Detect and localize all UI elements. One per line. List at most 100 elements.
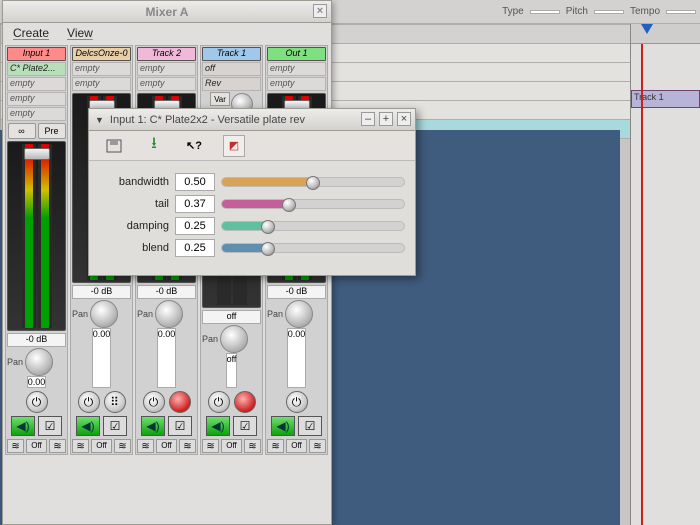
power-button[interactable]: ⏻ — [208, 391, 230, 413]
slider-thumb[interactable] — [261, 242, 275, 256]
monitor-button[interactable]: ◀) — [141, 416, 165, 436]
off-toggle[interactable]: Off — [91, 439, 112, 453]
minimize-icon[interactable]: – — [361, 112, 375, 126]
gain-readout[interactable]: -0 dB — [137, 285, 196, 299]
channel-label[interactable]: Out 1 — [267, 47, 326, 61]
plugin-titlebar[interactable]: ▼ Input 1: C* Plate2x2 - Versatile plate… — [89, 109, 415, 131]
monitor-button[interactable]: ◀) — [271, 416, 295, 436]
pan-value[interactable]: 0.00 — [92, 328, 112, 388]
power-button[interactable]: ⏻ — [286, 391, 308, 413]
channel-label[interactable]: Input 1 — [7, 47, 66, 61]
insert-slot[interactable]: empty — [72, 62, 131, 76]
close-icon[interactable]: × — [313, 4, 327, 18]
param-value[interactable]: 0.37 — [175, 195, 215, 213]
param-slider[interactable] — [221, 243, 405, 253]
param-slider[interactable] — [221, 221, 405, 231]
save-icon[interactable] — [103, 135, 125, 157]
param-slider[interactable] — [221, 199, 405, 209]
pan-knob[interactable] — [155, 300, 183, 328]
insert-slot[interactable]: Rev — [202, 77, 261, 91]
pan-knob[interactable] — [90, 300, 118, 328]
route-icon[interactable]: ≋ — [202, 439, 219, 453]
insert-slot[interactable]: empty — [267, 62, 326, 76]
power-button[interactable]: ⏻ — [143, 391, 165, 413]
help-icon[interactable]: ↖? — [183, 135, 205, 157]
param-value[interactable]: 0.25 — [175, 217, 215, 235]
pitch-field[interactable] — [594, 10, 624, 14]
monitor-button[interactable]: ◀) — [76, 416, 100, 436]
menu-create[interactable]: Create — [13, 26, 49, 40]
pan-knob[interactable] — [25, 348, 53, 376]
route-icon[interactable]: ≋ — [267, 439, 284, 453]
pan-knob[interactable] — [220, 325, 248, 353]
playhead-marker-icon[interactable] — [641, 24, 653, 34]
chevron-down-icon[interactable]: ▼ — [95, 115, 104, 125]
pan-value[interactable]: 0.00 — [287, 328, 307, 388]
gain-readout[interactable]: off — [202, 310, 261, 324]
var-button[interactable]: Var — [210, 92, 230, 106]
route-icon[interactable]: ≋ — [72, 439, 89, 453]
insert-slot[interactable]: empty — [7, 77, 66, 91]
insert-slot[interactable]: empty — [7, 92, 66, 106]
off-toggle[interactable]: Off — [286, 439, 307, 453]
record-button[interactable] — [234, 391, 256, 413]
record-button[interactable] — [169, 391, 191, 413]
off-toggle[interactable]: Off — [221, 439, 242, 453]
type-field[interactable] — [530, 10, 560, 14]
tempo-field[interactable] — [666, 10, 696, 14]
check-button[interactable]: ☑ — [233, 416, 257, 436]
fader-handle[interactable] — [24, 148, 50, 160]
insert-slot[interactable]: empty — [137, 77, 196, 91]
pan-knob[interactable] — [285, 300, 313, 328]
param-slider[interactable] — [221, 177, 405, 187]
check-button[interactable]: ☑ — [38, 416, 62, 436]
pan-value[interactable]: 0.00 — [157, 328, 177, 388]
check-button[interactable]: ☑ — [103, 416, 127, 436]
bypass-icon[interactable]: ◩ — [223, 135, 245, 157]
check-button[interactable]: ☑ — [298, 416, 322, 436]
channel-label[interactable]: Track 1 — [202, 47, 261, 61]
slider-thumb[interactable] — [282, 198, 296, 212]
timeline-ruler[interactable] — [631, 24, 700, 44]
channel-label[interactable]: Track 2 — [137, 47, 196, 61]
maximize-icon[interactable]: + — [379, 112, 393, 126]
power-button[interactable]: ⏻ — [78, 391, 100, 413]
route2-icon[interactable]: ≋ — [114, 439, 131, 453]
route-icon[interactable]: ≋ — [137, 439, 154, 453]
insert-slot[interactable]: empty — [137, 62, 196, 76]
gain-readout[interactable]: -0 dB — [72, 285, 131, 299]
link-button[interactable]: ∞ — [8, 123, 36, 139]
route2-icon[interactable]: ≋ — [179, 439, 196, 453]
insert-slot[interactable]: empty — [72, 77, 131, 91]
route2-icon[interactable]: ≋ — [49, 439, 66, 453]
power-button[interactable]: ⏻ — [26, 391, 48, 413]
route-icon[interactable]: ≋ — [7, 439, 24, 453]
channel-label[interactable]: DelcsOnze-0 — [72, 47, 131, 61]
fader-meter[interactable] — [7, 141, 66, 331]
off-toggle[interactable]: Off — [156, 439, 177, 453]
menu-view[interactable]: View — [67, 26, 93, 40]
load-icon[interactable]: ⭳ — [143, 135, 165, 157]
pan-value[interactable]: off — [226, 353, 238, 388]
check-button[interactable]: ☑ — [168, 416, 192, 436]
monitor-button[interactable]: ◀) — [11, 416, 35, 436]
insert-slot[interactable]: off — [202, 62, 261, 76]
monitor-button[interactable]: ◀) — [206, 416, 230, 436]
gain-readout[interactable]: -0 dB — [267, 285, 326, 299]
param-value[interactable]: 0.25 — [175, 239, 215, 257]
off-toggle[interactable]: Off — [26, 439, 47, 453]
pre-button[interactable]: Pre — [38, 123, 66, 139]
slider-thumb[interactable] — [306, 176, 320, 190]
route2-icon[interactable]: ≋ — [244, 439, 261, 453]
close-icon[interactable]: × — [397, 112, 411, 126]
param-value[interactable]: 0.50 — [175, 173, 215, 191]
insert-slot[interactable]: empty — [267, 77, 326, 91]
drag-button[interactable]: ⠿ — [104, 391, 126, 413]
slider-thumb[interactable] — [261, 220, 275, 234]
mixer-titlebar[interactable]: Mixer A × — [3, 1, 331, 23]
gain-readout[interactable]: -0 dB — [7, 333, 66, 347]
insert-slot[interactable]: C* Plate2... — [7, 62, 66, 76]
insert-slot[interactable]: empty — [7, 107, 66, 121]
pan-value[interactable]: 0.00 — [27, 376, 47, 388]
route2-icon[interactable]: ≋ — [309, 439, 326, 453]
